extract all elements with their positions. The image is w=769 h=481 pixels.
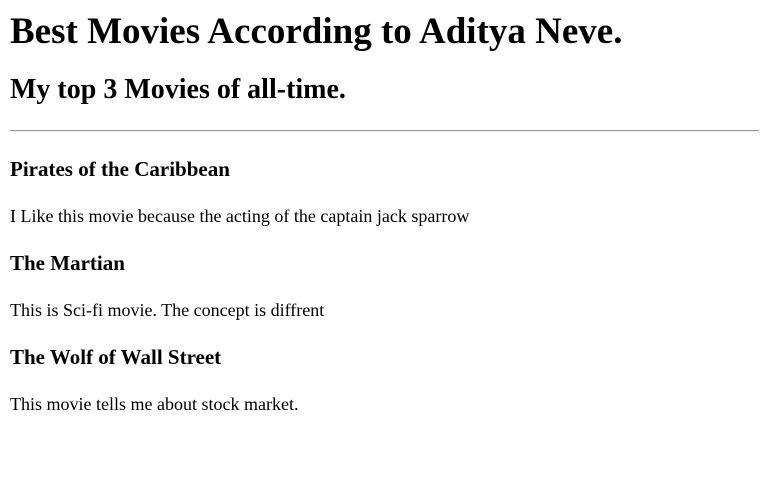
movie-item: The Martian This is Sci-fi movie. The co… bbox=[10, 227, 759, 321]
movie-description: This movie tells me about stock market. bbox=[10, 394, 299, 414]
movie-title: The Wolf of Wall Street bbox=[10, 345, 222, 369]
movie-title: The Martian bbox=[10, 251, 125, 275]
movie-item: Pirates of the Caribbean I Like this mov… bbox=[10, 132, 759, 227]
movie-description: This is Sci-fi movie. The concept is dif… bbox=[10, 300, 325, 320]
page-subtitle: My top 3 Movies of all-time. bbox=[10, 74, 346, 105]
movie-description: I Like this movie because the acting of … bbox=[10, 206, 470, 226]
page-content: Best Movies According to Aditya Neve. My… bbox=[0, 0, 769, 415]
movie-title: Pirates of the Caribbean bbox=[10, 157, 230, 181]
page-title: Best Movies According to Aditya Neve. bbox=[10, 11, 623, 52]
movie-item: The Wolf of Wall Street This movie tells… bbox=[10, 321, 759, 415]
